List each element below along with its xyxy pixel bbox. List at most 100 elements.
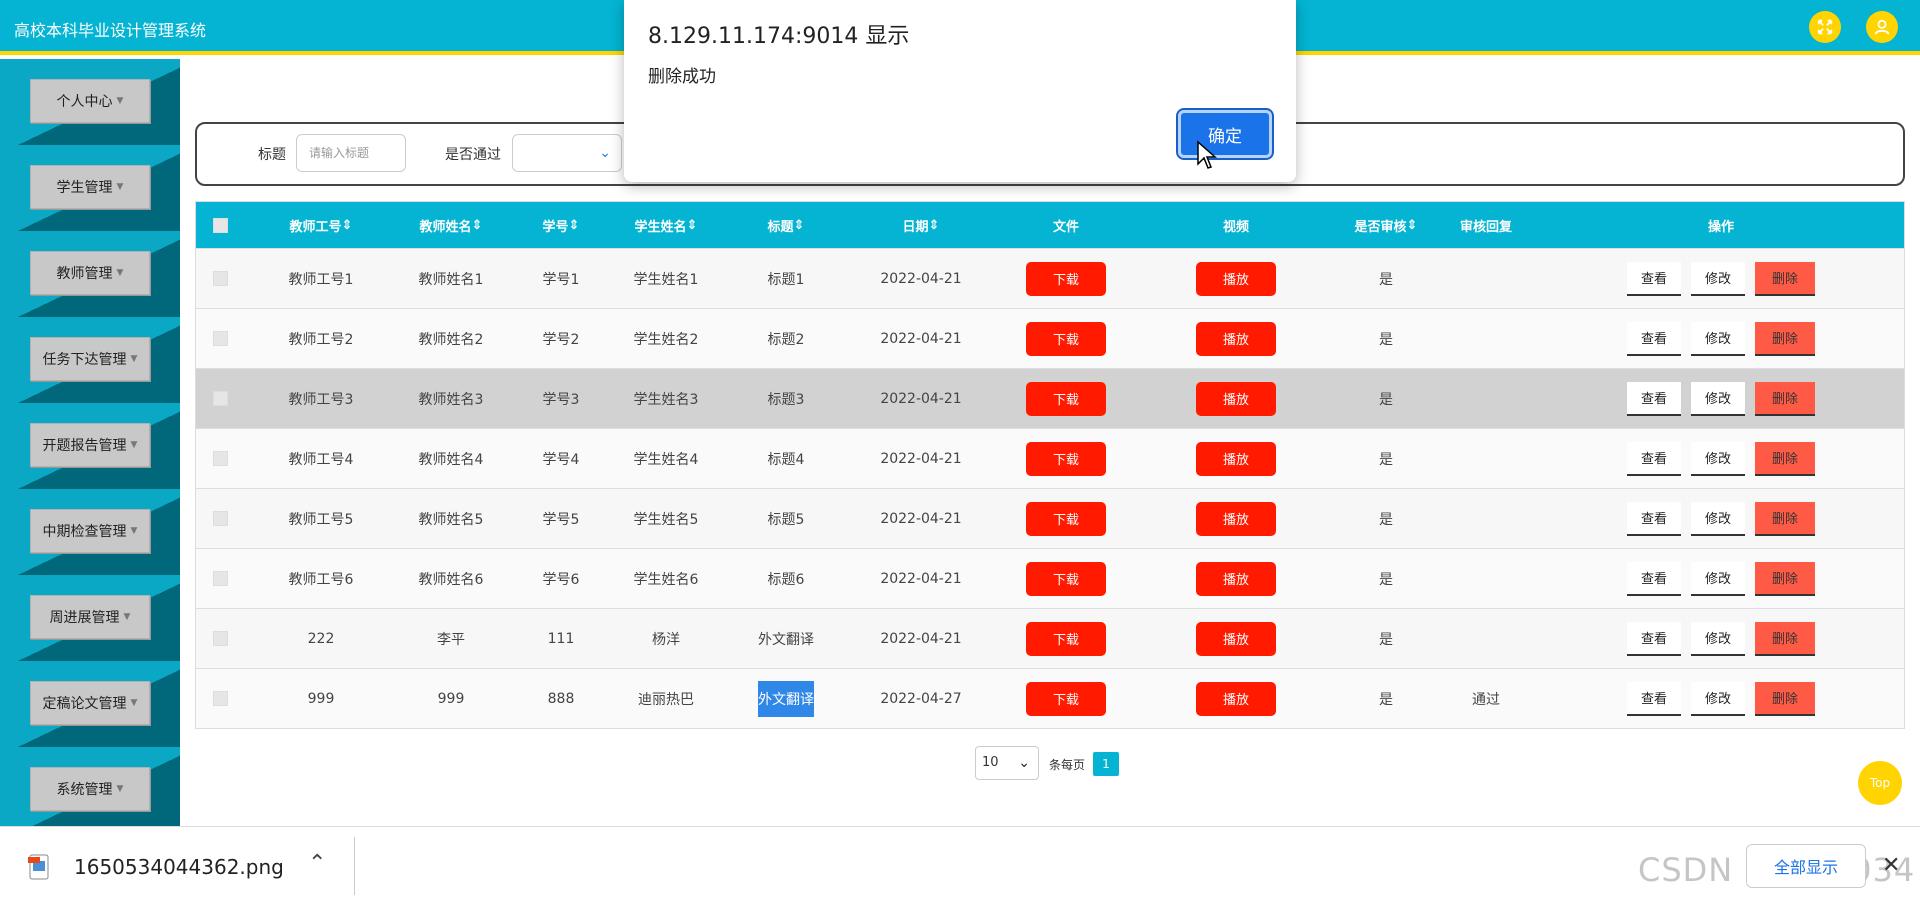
student-name-cell: 学生姓名5 (633, 511, 699, 528)
row-checkbox[interactable] (212, 271, 228, 286)
dialog-message: 删除成功 (648, 67, 716, 87)
table-header: 教师工号 ⇕ 教师姓名 ⇕ 学号 ⇕ 学生姓名 ⇕ 标题 ⇕ 日期 ⇕ 文件 视频 是否审核… (196, 202, 1904, 248)
download-button[interactable]: 下载 (1026, 681, 1106, 716)
reviewed-cell: 是 (1379, 631, 1393, 648)
sidebar-item-teachers-button[interactable]: 教师管理 ▼ (30, 251, 150, 295)
download-button[interactable]: 下载 (1026, 441, 1106, 476)
title-search-input[interactable]: 请输入标题 (296, 134, 406, 172)
col-teacher-id[interactable]: 教师工号 ⇕ (261, 202, 381, 248)
view-button[interactable]: 查看 (1626, 321, 1681, 356)
user-icon[interactable] (1866, 11, 1898, 43)
teacher-name-cell: 李平 (437, 631, 465, 648)
download-button[interactable]: 下载 (1026, 261, 1106, 296)
view-button[interactable]: 查看 (1626, 621, 1681, 656)
delete-button[interactable]: 删除 (1755, 621, 1816, 656)
sidebar-item-students-button[interactable]: 学生管理 ▼ (30, 165, 150, 209)
show-all-button[interactable]: 全部显示 (1746, 844, 1866, 888)
row-checkbox[interactable] (212, 511, 228, 526)
sidebar-item-weekly-button[interactable]: 周进展管理 ▼ (30, 595, 150, 639)
play-button[interactable]: 播放 (1196, 621, 1276, 656)
reviewed-cell: 是 (1379, 511, 1393, 528)
play-button[interactable]: 播放 (1196, 441, 1276, 476)
delete-button[interactable]: 删除 (1755, 501, 1816, 536)
sidebar-item-label: 定稿论文管理 (42, 696, 127, 712)
play-button[interactable]: 播放 (1196, 321, 1276, 356)
student-id-cell: 学号2 (542, 331, 580, 348)
passed-select[interactable]: ⌄ (512, 134, 622, 172)
edit-button[interactable]: 修改 (1691, 501, 1746, 536)
row-checkbox[interactable] (212, 331, 228, 346)
view-button[interactable]: 查看 (1626, 501, 1681, 536)
col-reviewed[interactable]: 是否审核 ⇕ (1316, 202, 1456, 248)
col-student-id[interactable]: 学号 ⇕ (521, 202, 601, 248)
teacher-id-cell: 教师工号4 (288, 451, 354, 468)
student-name-cell: 学生姓名1 (633, 271, 699, 288)
sidebar-item-tasks-button[interactable]: 任务下达管理 ▼ (30, 337, 150, 381)
download-button[interactable]: 下载 (1026, 501, 1106, 536)
view-button[interactable]: 查看 (1626, 381, 1681, 416)
table-row: 教师工号2 教师姓名2 学号2 学生姓名2 标题2 2022-04-21 下载 … (196, 308, 1904, 368)
data-table: 教师工号 ⇕ 教师姓名 ⇕ 学号 ⇕ 学生姓名 ⇕ 标题 ⇕ 日期 ⇕ 文件 视频 是否审核… (195, 201, 1905, 729)
delete-button[interactable]: 删除 (1755, 321, 1816, 356)
delete-button[interactable]: 删除 (1755, 381, 1816, 416)
col-reply: 审核回复 (1459, 219, 1512, 235)
col-date[interactable]: 日期 ⇕ (846, 202, 996, 248)
edit-button[interactable]: 修改 (1691, 681, 1746, 716)
reply-cell: 通过 (1472, 691, 1500, 708)
edit-button[interactable]: 修改 (1691, 381, 1746, 416)
edit-button[interactable]: 修改 (1691, 561, 1746, 596)
back-to-top-button[interactable]: Top (1858, 761, 1902, 805)
teacher-name-cell: 教师姓名5 (418, 511, 484, 528)
row-checkbox[interactable] (212, 391, 228, 406)
download-button[interactable]: 下载 (1026, 561, 1106, 596)
play-button[interactable]: 播放 (1196, 681, 1276, 716)
edit-button[interactable]: 修改 (1691, 441, 1746, 476)
ok-button[interactable]: 确定 (1176, 108, 1274, 160)
edit-button[interactable]: 修改 (1691, 321, 1746, 356)
delete-button[interactable]: 删除 (1755, 261, 1816, 296)
teacher-name-cell: 教师姓名1 (418, 271, 484, 288)
divider (354, 837, 355, 895)
row-checkbox[interactable] (212, 631, 228, 646)
sidebar-item-weekly: 周进展管理 ▼ (0, 575, 180, 661)
delete-button[interactable]: 删除 (1755, 681, 1816, 716)
caret-down-icon: ▼ (116, 96, 124, 106)
view-button[interactable]: 查看 (1626, 261, 1681, 296)
select-all-checkbox[interactable] (212, 217, 228, 233)
student-name-cell: 学生姓名4 (633, 451, 699, 468)
close-icon[interactable]: ✕ (1882, 853, 1900, 878)
chevron-up-icon[interactable]: ⌃ (308, 851, 326, 876)
fullscreen-icon[interactable] (1809, 11, 1841, 43)
teacher-name-cell: 教师姓名6 (418, 571, 484, 588)
delete-button[interactable]: 删除 (1755, 561, 1816, 596)
sidebar-item-proposal-button[interactable]: 开题报告管理 ▼ (30, 423, 150, 467)
play-button[interactable]: 播放 (1196, 381, 1276, 416)
delete-button[interactable]: 删除 (1755, 441, 1816, 476)
view-button[interactable]: 查看 (1626, 441, 1681, 476)
col-student-name[interactable]: 学生姓名 ⇕ (606, 202, 726, 248)
sidebar-item-midterm-button[interactable]: 中期检查管理 ▼ (30, 509, 150, 553)
download-button[interactable]: 下载 (1026, 621, 1106, 656)
download-button[interactable]: 下载 (1026, 381, 1106, 416)
reply-cell (1436, 429, 1536, 488)
page-button-1[interactable]: 1 (1093, 752, 1119, 776)
row-checkbox[interactable] (212, 691, 228, 706)
edit-button[interactable]: 修改 (1691, 621, 1746, 656)
play-button[interactable]: 播放 (1196, 501, 1276, 536)
row-checkbox[interactable] (212, 451, 228, 466)
sidebar-item-system-button[interactable]: 系统管理 ▼ (30, 767, 150, 811)
edit-button[interactable]: 修改 (1691, 261, 1746, 296)
col-teacher-name[interactable]: 教师姓名 ⇕ (386, 202, 516, 248)
view-button[interactable]: 查看 (1626, 681, 1681, 716)
play-button[interactable]: 播放 (1196, 561, 1276, 596)
view-button[interactable]: 查看 (1626, 561, 1681, 596)
downloaded-file-name[interactable]: 1650534044362.png (74, 855, 284, 879)
download-button[interactable]: 下载 (1026, 321, 1106, 356)
row-checkbox[interactable] (212, 571, 228, 586)
teacher-id-cell: 教师工号5 (288, 511, 354, 528)
sidebar-item-final-thesis-button[interactable]: 定稿论文管理 ▼ (30, 681, 150, 725)
sidebar-item-personal-button[interactable]: 个人中心 ▼ (30, 79, 150, 123)
play-button[interactable]: 播放 (1196, 261, 1276, 296)
col-title[interactable]: 标题 ⇕ (731, 202, 841, 248)
page-size-select[interactable]: 10 ⌄ (975, 746, 1039, 780)
